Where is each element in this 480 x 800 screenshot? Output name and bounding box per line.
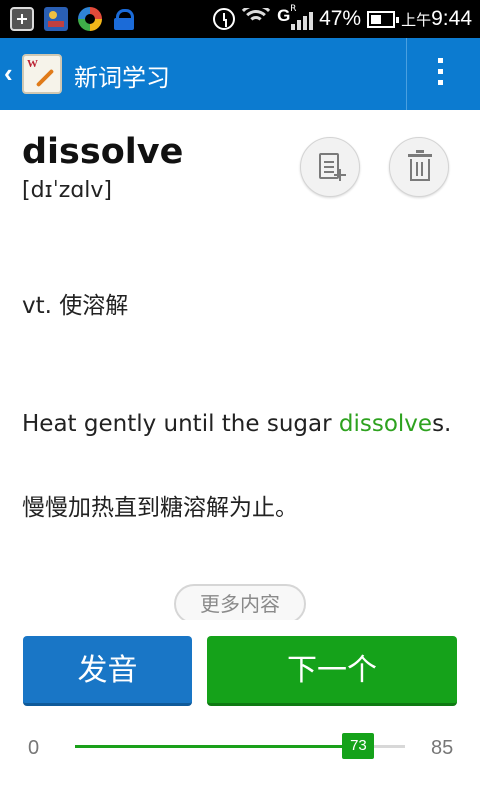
trash-icon [408,150,432,157]
wifi-icon [241,8,271,30]
example-en-suffix: s. [432,411,452,437]
blue-lock-icon [112,7,136,31]
colorful-ring-icon [78,7,102,31]
photo-card-icon [44,7,68,31]
word-phonetic: [dɪˈzɑlv] [22,178,112,203]
notification-icons [10,6,136,32]
alarm-icon [213,8,236,30]
back-chevron-icon[interactable]: ‹ [4,58,13,89]
clock-time: 9:44 [431,7,472,30]
status-bar: G R 47% 上午 9:44 [0,0,480,38]
word-title: dissolve [22,132,184,172]
network-type-label: G [277,6,291,25]
next-word-button[interactable]: 下一个 [207,636,457,706]
progress-max-label: 85 [431,737,454,759]
signal-icon: G R [277,4,314,32]
progress-fill [75,745,359,748]
example-en-text: Heat gently until the sugar [22,411,339,437]
progress-min-label: 0 [28,737,40,759]
battery-icon [367,10,400,28]
more-content-button[interactable]: 更多内容 [174,584,306,624]
time-prefix: 上午 [401,11,432,29]
appbar-divider [406,38,407,110]
add-to-notebook-button[interactable] [300,137,360,197]
app-logo-icon[interactable] [22,54,62,94]
word-definition: vt. 使溶解 [22,293,129,319]
example-sentence-en: Heat gently until the sugar dissolves. [22,400,462,448]
example-highlight-word: dissolve [338,411,433,437]
app-bar: ‹ 新词学习 [0,38,480,110]
progress-slider[interactable]: 73 [75,733,405,759]
example-sentence-cn: 慢慢加热直到糖溶解为止。 [22,495,298,521]
overflow-menu-icon[interactable] [430,58,450,90]
page-title: 新词学习 [74,64,170,92]
delete-word-button[interactable] [389,137,449,197]
system-icons: G R 47% 上午 9:44 [213,4,472,34]
pronounce-button[interactable]: 发音 [23,636,192,706]
plus-icon [334,169,346,181]
add-box-icon [10,7,34,31]
progress-thumb[interactable]: 73 [342,733,375,759]
battery-percent: 47% [319,7,362,30]
